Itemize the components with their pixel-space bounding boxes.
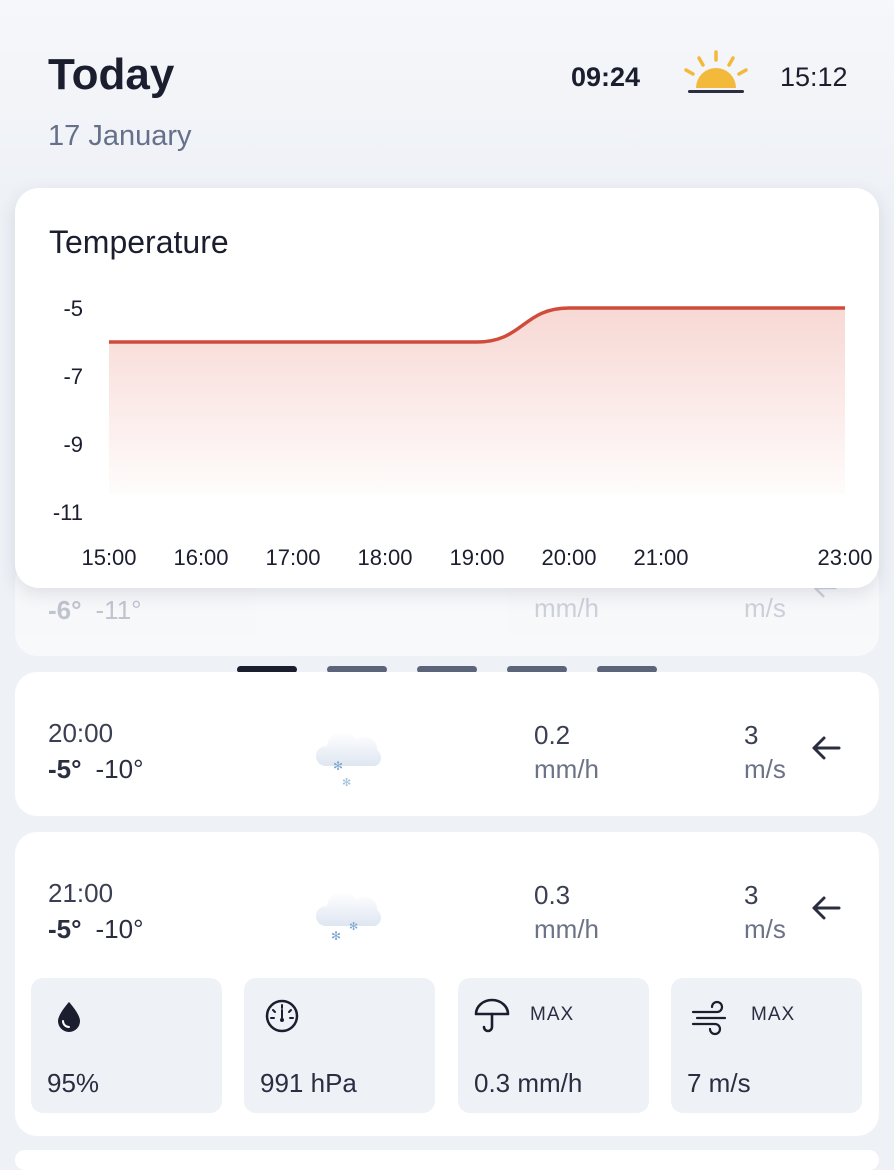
arrow-left-icon [809, 731, 843, 765]
temp-min: -11° [96, 595, 142, 625]
wind: 3 m/s [744, 878, 786, 946]
wind-unit: m/s [744, 912, 786, 946]
wind-value: 3 [744, 878, 786, 912]
x-tick-label: 21:00 [633, 545, 688, 570]
wind-unit: m/s [744, 752, 786, 786]
page-title: Today [48, 50, 174, 100]
temperature-chart-card: Temperature -5-7-9-1115:0016:0017:0018:0… [15, 188, 879, 588]
date-label: 17 January [48, 120, 192, 153]
precip-unit: mm/h [534, 752, 599, 786]
temp-max: -5° [48, 754, 82, 784]
svg-text:✻: ✻ [331, 929, 341, 943]
temp-min: -10° [96, 754, 144, 784]
temperature-chart: -5 -7 -9 -11 15:00 16:00 17:00 18:00 19:00 20:00 2… [15, 188, 879, 588]
row-time: 20:00 [48, 718, 113, 749]
y-tick-label: -9 [63, 432, 83, 457]
x-tick-label: 16:00 [173, 545, 228, 570]
snow-cloud-icon: ✻ ✻ [309, 878, 389, 948]
snow-cloud-icon: ✻ ✻ [309, 718, 389, 788]
pressure-gauge-icon [262, 996, 302, 1036]
x-tick-label: 17:00 [265, 545, 320, 570]
hourly-row[interactable]: 20:00 -5° -10° ✻ ✻ 0.2 mm/h 3 m/s [15, 672, 879, 816]
svg-text:✻: ✻ [333, 759, 343, 773]
svg-text:✻: ✻ [349, 921, 358, 933]
precipitation-max-tile: MAX 0.3 mm/h [458, 978, 649, 1113]
sunrise-icon [680, 48, 752, 98]
x-tick-label: 15:00 [81, 545, 136, 570]
wind-value: 3 [744, 718, 786, 752]
y-tick-label: -7 [63, 364, 83, 389]
wind-icon [689, 996, 733, 1036]
x-tick-label: 18:00 [357, 545, 412, 570]
max-label: MAX [751, 1004, 795, 1026]
svg-text:✻: ✻ [342, 777, 351, 788]
row-time: 21:00 [48, 878, 113, 909]
humidity-tile: 95% [31, 978, 222, 1113]
temperature-range: -6° -11° [48, 595, 142, 626]
humidity-drop-icon [49, 996, 89, 1036]
max-label: MAX [530, 1004, 574, 1026]
precipitation-max-value: 0.3 mm/h [474, 1068, 582, 1099]
y-tick-label: -11 [53, 500, 83, 525]
sunset-time: 15:12 [780, 62, 848, 93]
wind: 3 m/s [744, 718, 786, 786]
wind-unit: m/s [744, 591, 786, 625]
precip-value: 0.3 [534, 878, 599, 912]
temperature-range: -5° -10° [48, 754, 144, 785]
umbrella-icon [472, 996, 512, 1036]
pressure-value: 991 hPa [260, 1068, 357, 1099]
x-tick-label: 19:00 [449, 545, 504, 570]
humidity-value: 95% [47, 1068, 99, 1099]
arrow-left-icon [809, 891, 843, 925]
next-card [15, 1150, 879, 1170]
wind-max-tile: MAX 7 m/s [671, 978, 862, 1113]
temperature-range: -5° -10° [48, 914, 144, 945]
temp-min: -10° [96, 914, 144, 944]
temperature-area [109, 308, 845, 494]
pressure-tile: 991 hPa [244, 978, 435, 1113]
x-tick-label: 20:00 [541, 545, 596, 570]
precip-unit: mm/h [534, 591, 599, 625]
x-tick-label: 23:00 [817, 545, 872, 570]
precipitation: 0.3 mm/h [534, 878, 599, 946]
sunrise-time: 09:24 [571, 62, 640, 93]
wind-max-value: 7 m/s [687, 1068, 751, 1099]
temp-max: -5° [48, 914, 82, 944]
precip-value: 0.2 [534, 718, 599, 752]
header-background [0, 0, 894, 200]
precipitation: 0.2 mm/h [534, 718, 599, 786]
precip-unit: mm/h [534, 912, 599, 946]
temp-max: -6° [48, 595, 82, 625]
y-tick-label: -5 [63, 296, 83, 321]
